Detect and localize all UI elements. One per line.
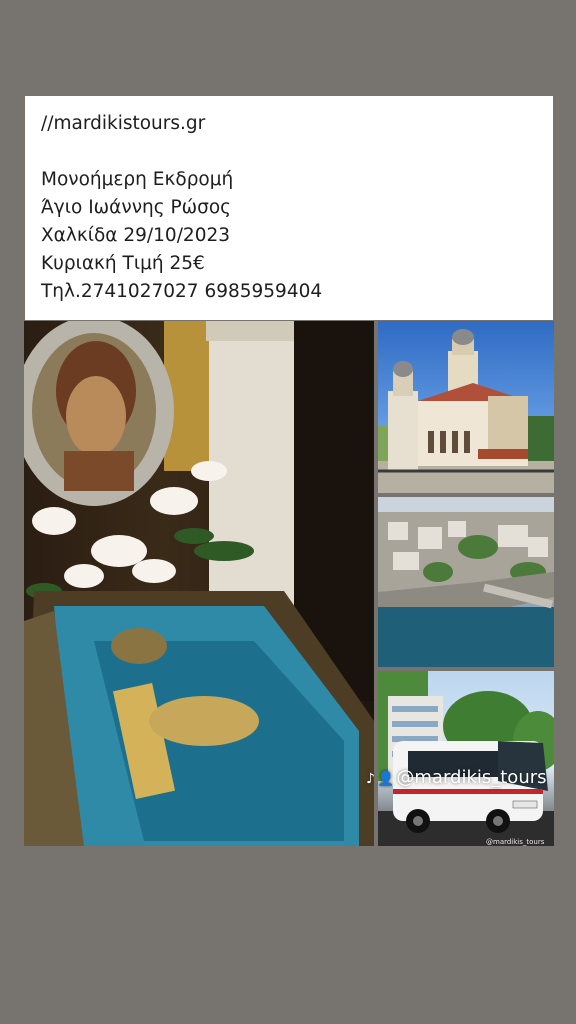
post-text-card: //mardikistours.gr Μονοήμερη Εκδρομή Άγι… (25, 96, 553, 320)
trip-phone[interactable]: Τηλ.2741027027 6985959404 (41, 278, 553, 306)
website-url[interactable]: //mardikistours.gr (41, 110, 553, 138)
trip-place-date: Χαλκίδα 29/10/2023 (41, 225, 231, 246)
church-photo (378, 321, 554, 493)
harbor-photo (378, 497, 554, 667)
harbor-illustration (378, 497, 554, 667)
trip-destination: Άγιο Ιωάννης Ρώσος (41, 197, 232, 218)
bus-illustration (378, 671, 554, 846)
church-illustration (378, 329, 554, 493)
trip-day-price: Κυριακή Τιμή 25€ (41, 253, 205, 274)
trip-title: Μονοήμερη Εκδρομή (41, 169, 234, 190)
relic-illustration (24, 321, 374, 846)
relic-photo (24, 321, 374, 846)
small-watermark: @mardikis_tours (486, 838, 544, 846)
bus-photo (378, 671, 554, 846)
tiktok-watermark: ♪ 👤 @mardikis_tours (366, 767, 547, 788)
user-icon: 👤 (376, 771, 395, 787)
tiktok-icon: ♪ (366, 771, 375, 787)
watermark-handle: @mardikis_tours (396, 767, 547, 788)
small-watermark-handle: @mardikis_tours (486, 838, 545, 846)
